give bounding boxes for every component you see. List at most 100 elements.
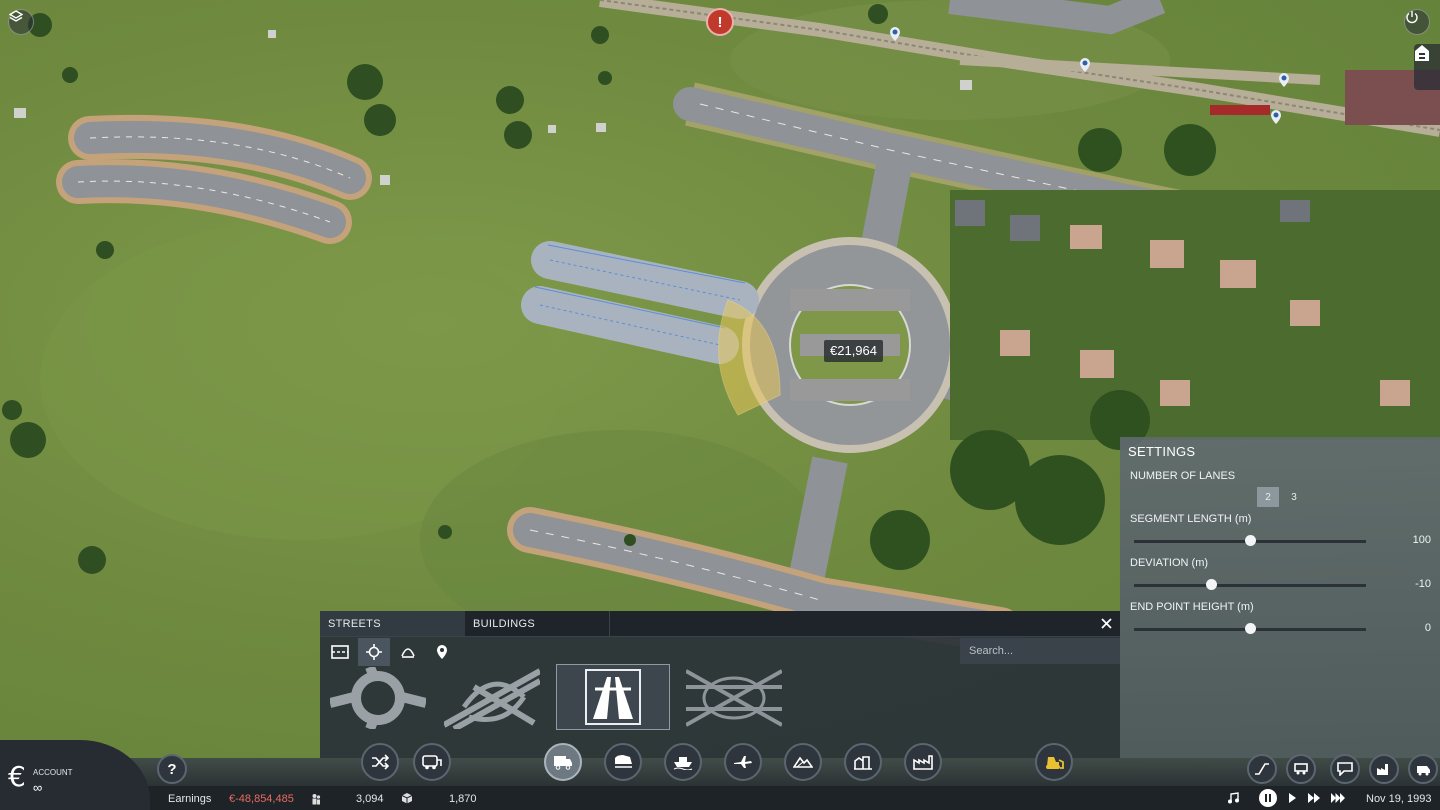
earnings-label: Earnings: [168, 793, 212, 805]
help-button[interactable]: ?: [157, 754, 187, 784]
messages-button[interactable]: [1330, 754, 1360, 784]
end-point-height-slider[interactable]: 0: [1134, 622, 1434, 636]
layers-button[interactable]: [8, 9, 34, 35]
earnings-value: €-48,854,485: [229, 793, 294, 805]
vehicles-icon: [422, 755, 442, 770]
settings-title: SETTINGS: [1128, 444, 1196, 459]
music-icon[interactable]: [1227, 792, 1239, 804]
bridge-tool-button[interactable]: [392, 638, 424, 666]
track-icon: [1255, 763, 1269, 775]
power-button[interactable]: [1404, 9, 1430, 35]
slider-thumb[interactable]: [1245, 623, 1256, 634]
cloverleaf-item[interactable]: [442, 666, 542, 730]
population-icon: [312, 794, 321, 805]
roundabout-item[interactable]: [328, 666, 428, 730]
lanes-option-2[interactable]: 2: [1257, 487, 1279, 507]
tab-streets[interactable]: STREETS: [320, 611, 465, 636]
cargo-value: 1,870: [449, 793, 477, 805]
factory-icon: [1377, 764, 1388, 775]
track-button[interactable]: [1247, 754, 1277, 784]
industries-button[interactable]: [904, 743, 942, 781]
location-pin-icon[interactable]: [1080, 58, 1090, 72]
segment-length-slider[interactable]: 100: [1134, 534, 1434, 548]
close-panel-button[interactable]: [1101, 616, 1112, 632]
factory-button[interactable]: [1369, 754, 1399, 784]
road-station-icon: [1294, 763, 1308, 775]
power-icon: [1406, 11, 1418, 24]
status-bar: Earnings €-48,854,485 3,094 1,870 Nov 19…: [0, 786, 1440, 810]
end-point-height-label: END POINT HEIGHT (m): [1130, 601, 1254, 613]
cargo-icon: [401, 793, 413, 804]
water-construction-button[interactable]: [664, 743, 702, 781]
construction-items: [328, 664, 784, 730]
warning-icon[interactable]: !: [706, 8, 734, 36]
street-subtools: [324, 638, 458, 666]
construction-panel: STREETS BUILDINGS: [320, 611, 1120, 758]
deviation-value: -10: [1415, 578, 1431, 590]
pin-tool-button[interactable]: [426, 638, 458, 666]
pause-icon: [1265, 794, 1271, 802]
towns-button[interactable]: [844, 743, 882, 781]
account-label: ACCOUNT: [33, 768, 73, 777]
street-icon: [331, 645, 349, 659]
deviation-slider[interactable]: -10: [1134, 578, 1434, 592]
train-depot-button[interactable]: [1408, 754, 1438, 784]
end-point-height-value: 0: [1424, 622, 1431, 634]
location-pin-icon[interactable]: [890, 27, 900, 41]
cloverleaf-interchange-icon: [444, 668, 540, 729]
vehicles-button[interactable]: [413, 743, 451, 781]
highway-interchange-icon: [686, 669, 782, 727]
road-station-button[interactable]: [1286, 754, 1316, 784]
slider-thumb[interactable]: [1245, 535, 1256, 546]
construction-tabs: STREETS BUILDINGS: [320, 611, 1120, 637]
speech-icon: [1337, 762, 1353, 776]
slider-track: [1134, 584, 1366, 587]
building-icon: [1415, 45, 1429, 61]
lines-button[interactable]: [361, 743, 399, 781]
crossing-tool-button[interactable]: [358, 638, 390, 666]
pin-icon: [437, 645, 447, 659]
number-of-lanes-label: NUMBER OF LANES: [1130, 470, 1236, 482]
lanes-selector: 2 3: [1257, 487, 1305, 507]
search-input[interactable]: [960, 638, 1120, 664]
train-depot-icon: [1417, 766, 1430, 776]
construction-cost-label: €21,964: [824, 340, 883, 362]
highway-ramp-icon: [585, 669, 641, 725]
tab-buildings[interactable]: BUILDINGS: [465, 611, 610, 636]
station-info-button[interactable]: [1414, 44, 1440, 90]
highway-ramp-item[interactable]: [556, 664, 670, 730]
toolbar-dock: [0, 758, 1440, 786]
crossing-icon: [366, 644, 382, 660]
terrain-icon: [793, 756, 813, 768]
deviation-label: DEVIATION (m): [1130, 557, 1209, 569]
segment-length-label: SEGMENT LENGTH (m): [1130, 513, 1252, 525]
city-icon: [854, 756, 872, 770]
bulldozer-icon: [1046, 757, 1064, 769]
fastest-forward-icon[interactable]: [1331, 793, 1345, 803]
close-icon: [1101, 618, 1112, 629]
bottom-bar: Earnings €-48,854,485 3,094 1,870 Nov 19…: [0, 740, 1440, 810]
terrain-button[interactable]: [784, 743, 822, 781]
fast-forward-icon[interactable]: [1308, 793, 1321, 803]
lines-icon: [372, 754, 389, 770]
industry-icon: [913, 755, 933, 770]
rail-construction-button[interactable]: [604, 743, 642, 781]
account-value: ∞: [33, 780, 43, 795]
train-icon: [615, 755, 632, 768]
bridge-icon: [401, 648, 415, 658]
play-icon[interactable]: [1288, 793, 1297, 803]
layers-icon: [9, 10, 23, 22]
bulldozer-button[interactable]: [1035, 743, 1073, 781]
road-vehicle-icon: [554, 756, 572, 770]
location-pin-icon[interactable]: [1279, 73, 1289, 87]
pause-button[interactable]: [1259, 789, 1277, 807]
roundabout-icon: [330, 667, 426, 729]
highway-interchange-item[interactable]: [684, 666, 784, 730]
lanes-option-3[interactable]: 3: [1283, 487, 1305, 507]
ship-icon: [673, 757, 693, 770]
street-tool-button[interactable]: [324, 638, 356, 666]
road-construction-button[interactable]: [544, 743, 582, 781]
slider-thumb[interactable]: [1205, 579, 1217, 590]
air-construction-button[interactable]: [724, 743, 762, 781]
location-pin-icon[interactable]: [1271, 110, 1281, 124]
